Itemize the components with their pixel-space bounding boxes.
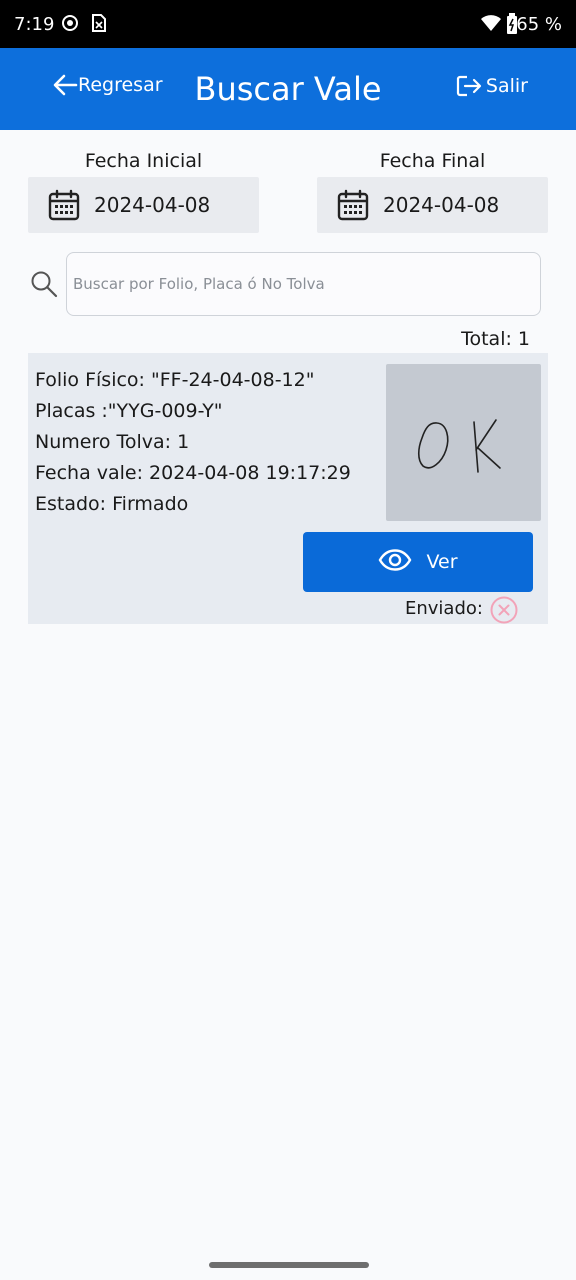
signature-image [386,364,541,521]
calendar-icon [48,189,80,221]
fecha-text: Fecha vale: 2024-04-08 19:17:29 [35,462,351,484]
not-sent-icon [490,596,518,624]
status-bar: 7:19 65 % [0,0,576,48]
signature-drawing [417,419,501,473]
logout-label: Salir [485,75,528,97]
view-label: Ver [426,551,458,573]
placas-text: Placas :"YYG-009-Y" [35,400,223,422]
end-date-value: 2024-04-08 [383,193,500,217]
logout-button[interactable]: Salir [456,74,528,98]
start-date-label: Fecha Inicial [84,150,203,172]
search-icon [30,270,58,298]
end-date-field[interactable]: 2024-04-08 [317,177,548,233]
battery-level: 65 % [516,14,562,35]
result-card: Folio Físico: "FF-24-04-08-12" Placas :"… [28,353,548,624]
record-icon [60,13,80,38]
folio-text: Folio Físico: "FF-24-04-08-12" [35,369,315,391]
app-bar: Regresar Buscar Vale Salir [0,48,576,130]
logout-icon [456,74,482,98]
wifi-icon [480,13,502,38]
status-time: 7:19 [14,14,55,35]
view-button[interactable]: Ver [303,532,533,592]
eye-icon [378,548,426,576]
end-date-label: Fecha Final [379,150,486,172]
results-total: Total: 1 [461,328,530,350]
estado-text: Estado: Firmado [35,493,189,515]
gesture-nav-handle[interactable] [209,1262,369,1268]
search-input[interactable] [66,252,541,316]
start-date-value: 2024-04-08 [94,193,211,217]
sim-icon [91,13,107,38]
sent-label: Enviado: [405,598,483,619]
tolva-text: Numero Tolva: 1 [35,431,190,453]
calendar-icon [337,189,369,221]
start-date-field[interactable]: 2024-04-08 [28,177,259,233]
